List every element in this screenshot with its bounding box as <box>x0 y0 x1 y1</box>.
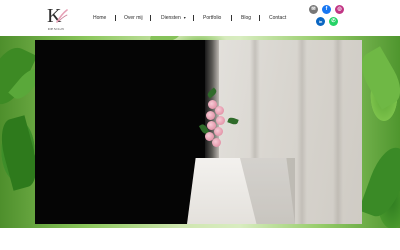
nav-home[interactable]: Home <box>93 15 106 21</box>
photo-dark-area <box>35 40 211 224</box>
rose <box>214 127 223 136</box>
nav-over-mij[interactable]: Over mij <box>124 15 143 21</box>
rose <box>212 138 221 147</box>
nav-separator <box>115 14 116 21</box>
nav-separator <box>150 14 151 21</box>
nav-separator <box>259 14 260 21</box>
nav-portfolio[interactable]: Portfolio <box>203 15 221 21</box>
linkedin-icon[interactable]: in <box>316 17 325 26</box>
curtain-fold <box>333 40 343 224</box>
rose <box>216 116 225 125</box>
facebook-icon[interactable]: f <box>322 5 331 14</box>
nav-separator <box>193 14 194 21</box>
rose <box>206 111 215 120</box>
email-icon[interactable]: ✉ <box>309 5 318 14</box>
site-header: K DESIGN Home Over mij Diensten ▾ Portfol… <box>0 0 400 36</box>
rose <box>215 106 224 115</box>
chevron-down-icon: ▾ <box>183 15 186 20</box>
nav-diensten-label: Diensten <box>161 15 181 21</box>
plant-leaf <box>358 142 400 222</box>
nav-blog[interactable]: Blog <box>241 15 251 21</box>
hero-photo <box>35 40 362 224</box>
whatsapp-icon[interactable]: ✆ <box>329 17 338 26</box>
rose-leaf <box>227 116 239 126</box>
nav-diensten[interactable]: Diensten ▾ <box>161 15 186 21</box>
nav-separator <box>231 14 232 21</box>
page-bottom <box>0 228 400 250</box>
nav-contact[interactable]: Contact <box>269 15 286 21</box>
instagram-icon[interactable]: ◎ <box>335 5 344 14</box>
curtain-fold <box>297 40 307 224</box>
